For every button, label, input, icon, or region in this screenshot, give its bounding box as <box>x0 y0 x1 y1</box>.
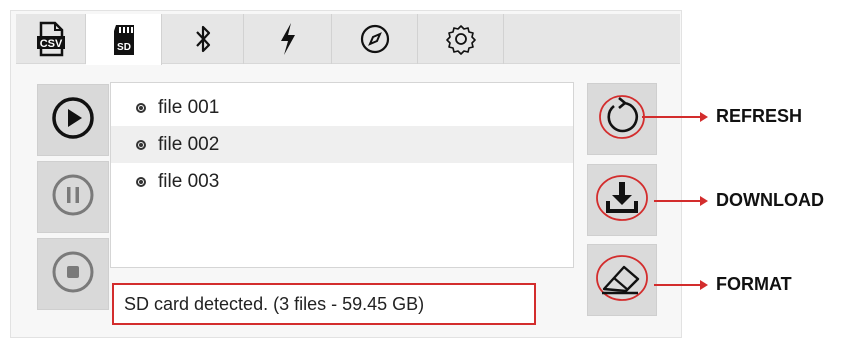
svg-text:CSV: CSV <box>39 38 62 50</box>
file-name: file 001 <box>158 96 220 118</box>
tab-compass[interactable] <box>332 14 418 64</box>
bluetooth-icon <box>193 23 213 55</box>
refresh-callout-line <box>642 116 702 118</box>
file-name: file 002 <box>158 133 220 155</box>
format-button[interactable] <box>587 244 657 316</box>
stop-button[interactable] <box>37 238 109 310</box>
sd-card-icon: SD <box>110 23 138 57</box>
format-callout-arrow <box>700 280 708 290</box>
list-item[interactable]: file 002 <box>111 126 573 163</box>
download-callout-arrow <box>700 196 708 206</box>
download-button[interactable] <box>587 164 657 236</box>
download-icon <box>594 173 650 228</box>
refresh-callout-arrow <box>700 112 708 122</box>
gear-icon <box>445 23 477 55</box>
refresh-button[interactable] <box>587 83 657 155</box>
csv-file-icon: CSV <box>35 21 67 57</box>
svg-text:SD: SD <box>117 42 131 53</box>
list-item[interactable]: file 003 <box>111 163 573 200</box>
stop-icon <box>51 250 95 299</box>
status-text: SD card detected. (3 files - 59.45 GB) <box>112 283 536 325</box>
play-button[interactable] <box>37 84 109 156</box>
download-callout-line <box>654 200 702 202</box>
format-callout-line <box>654 284 702 286</box>
file-list[interactable]: file 001 file 002 file 003 <box>110 82 574 268</box>
compass-icon <box>359 23 391 55</box>
radio-indicator <box>136 102 146 113</box>
refresh-callout-label: REFRESH <box>716 106 803 126</box>
tab-csv[interactable]: CSV <box>16 14 86 64</box>
tab-bar: CSV SD <box>16 14 680 65</box>
tab-sd[interactable]: SD <box>86 14 162 65</box>
download-callout-label: DOWNLOAD <box>716 190 824 210</box>
format-callout-label: FORMAT <box>716 274 792 294</box>
pause-button[interactable] <box>37 161 109 233</box>
refresh-icon <box>597 92 647 147</box>
file-name: file 003 <box>158 170 220 192</box>
radio-indicator <box>136 176 146 187</box>
tab-settings[interactable] <box>418 14 504 64</box>
play-icon <box>51 96 95 145</box>
tab-power[interactable] <box>244 14 332 64</box>
list-item[interactable]: file 001 <box>111 89 573 126</box>
pause-icon <box>51 173 95 222</box>
eraser-icon <box>594 253 650 308</box>
lightning-bolt-icon <box>278 22 298 56</box>
tab-bluetooth[interactable] <box>162 14 244 64</box>
radio-indicator <box>136 139 146 150</box>
